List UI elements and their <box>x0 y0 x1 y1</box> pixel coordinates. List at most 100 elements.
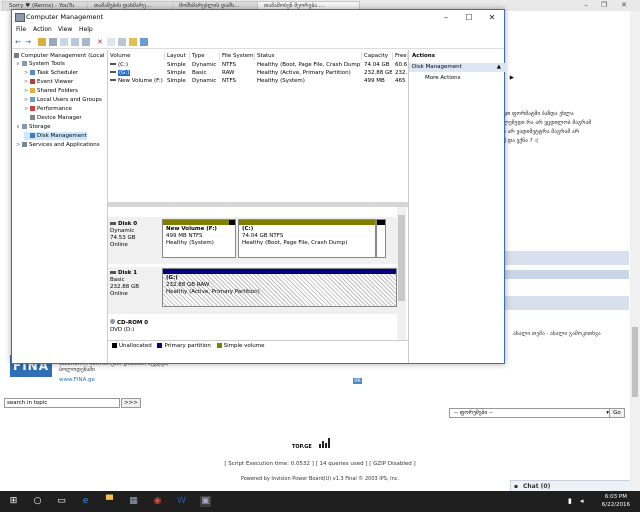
table-cell: Simple <box>167 62 186 68</box>
volume-icon[interactable]: ◂ <box>580 497 584 505</box>
table-cell: 499 MB <box>364 78 385 84</box>
folder-icon[interactable] <box>129 38 137 46</box>
tree-item-device-manager[interactable]: Device Manager <box>24 114 82 122</box>
properties-icon[interactable] <box>60 38 68 46</box>
delete-icon[interactable]: ✕ <box>96 38 104 46</box>
tree-item-performance[interactable]: > Performance <box>24 105 72 113</box>
tree-item-disk-management[interactable]: Disk Management <box>24 132 87 140</box>
browser-minimize-button[interactable]: – <box>578 0 594 10</box>
actions-pane: Actions Disk Management ▲ More Actions ▶ <box>408 50 514 363</box>
search-button[interactable]: >>> <box>121 398 141 408</box>
document-icon[interactable] <box>107 38 115 46</box>
unallocated-swatch <box>112 342 117 348</box>
console-tree: Computer Management (Local ∨ System Tools… <box>12 50 108 363</box>
tree-item-system-tools[interactable]: ∨ System Tools <box>16 60 65 68</box>
system-clock[interactable]: 6:03 PM 6/22/2016 <box>602 493 630 509</box>
forum-strip <box>503 270 629 279</box>
unallocated-space[interactable] <box>376 219 386 258</box>
table-cell: NTFS <box>222 78 237 84</box>
shared-folder-icon <box>30 87 35 93</box>
forum-jump-select[interactable]: -- ფორუმები -- ▾ <box>449 408 612 418</box>
back-icon[interactable]: ← <box>14 38 22 46</box>
computer-management-taskbar-icon[interactable]: ▣ <box>200 496 211 507</box>
table-cell: NTFS <box>222 62 237 68</box>
volume-icon <box>110 63 116 65</box>
search-icon[interactable]: ○ <box>32 496 43 507</box>
scrollbar-thumb[interactable] <box>398 215 405 301</box>
column-header-type[interactable]: Type <box>190 52 220 60</box>
tree-item-services-apps[interactable]: > Services and Applications <box>16 141 100 149</box>
actions-section-disk-management[interactable]: Disk Management ▲ <box>409 63 507 72</box>
go-button[interactable]: Go <box>609 408 625 418</box>
refresh-icon[interactable] <box>118 38 126 46</box>
storage-icon <box>22 123 27 129</box>
table-cell[interactable]: (G:) <box>108 69 164 77</box>
console-icon[interactable] <box>71 38 79 46</box>
disk-view-scrollbar[interactable] <box>397 207 406 340</box>
show-hide-tree-icon[interactable] <box>49 38 57 46</box>
partition-g[interactable]: (G:) 232.88 GB RAW Healthy (Active, Prim… <box>162 268 397 307</box>
column-header-free[interactable]: Free <box>393 52 408 60</box>
scrollbar-thumb[interactable] <box>632 327 638 397</box>
menu-view[interactable]: View <box>58 26 72 33</box>
column-header-file-system[interactable]: File System <box>220 52 255 60</box>
store-icon[interactable]: ▦ <box>128 496 139 507</box>
table-cell: 232.88 GB <box>364 70 392 76</box>
services-icon <box>22 141 27 147</box>
users-icon <box>30 96 35 102</box>
close-button[interactable]: ✕ <box>481 10 503 25</box>
minimize-button[interactable]: – <box>435 10 457 25</box>
computer-icon <box>14 52 19 58</box>
help-icon[interactable] <box>140 38 148 46</box>
table-cell: Healthy (Active, Primary Partition) <box>257 70 351 76</box>
browser-maximize-button[interactable]: ❐ <box>596 0 612 10</box>
forward-icon[interactable]: → <box>24 38 32 46</box>
clock-icon <box>30 69 35 75</box>
column-header-status[interactable]: Status <box>255 52 362 60</box>
disk-0-label[interactable]: Disk 0 Dynamic 74.53 GB Online <box>110 221 159 249</box>
disk-1-label[interactable]: Disk 1 Basic 232.88 GB Online <box>110 270 159 298</box>
edge-icon[interactable]: e <box>80 496 91 507</box>
partition-new-volume-f[interactable]: New Volume (F:) 499 MB NTFS Healthy (Sys… <box>162 219 236 258</box>
up-folder-icon[interactable] <box>38 38 46 46</box>
table-cell[interactable]: (C:) <box>108 61 164 69</box>
windows-start-icon[interactable]: ⊞ <box>8 496 19 507</box>
maximize-button[interactable]: ☐ <box>458 10 480 25</box>
tree-item-local-users[interactable]: > Local Users and Groups <box>24 96 102 104</box>
more-actions-item[interactable]: More Actions ▶ <box>409 74 520 83</box>
menu-action[interactable]: Action <box>33 26 52 33</box>
task-view-icon[interactable]: ▭ <box>56 496 67 507</box>
top-ge-counter[interactable]: TOP.GE <box>292 438 334 450</box>
table-cell: 74.04 GB <box>364 62 390 68</box>
title-bar[interactable]: Computer Management – ☐ ✕ <box>12 10 504 25</box>
partition-c[interactable]: (C:) 74.04 GB NTFS Healthy (Boot, Page F… <box>238 219 376 258</box>
table-cell[interactable]: New Volume (F:) <box>108 77 164 85</box>
tree-item-task-scheduler[interactable]: > Task Scheduler <box>24 69 78 77</box>
search-input[interactable]: search in topic <box>4 398 120 408</box>
chrome-icon[interactable]: ◉ <box>152 496 163 507</box>
menu-file[interactable]: File <box>16 26 26 33</box>
topic-nav-links[interactable]: ახალი თემა · ახალი გამოკითხვა <box>513 331 601 337</box>
table-cell: Basic <box>192 70 207 76</box>
browser-close-button[interactable]: ✕ <box>616 0 632 10</box>
tree-item-event-viewer[interactable]: > Event Viewer <box>24 78 73 86</box>
tree-item-shared-folders[interactable]: > Shared Folders <box>24 87 78 95</box>
primary-partition-swatch <box>157 342 163 348</box>
tree-item-computer-management[interactable]: Computer Management (Local <box>14 52 104 60</box>
tools-icon <box>22 60 27 66</box>
page-scrollbar[interactable] <box>630 11 640 491</box>
disk-icon[interactable] <box>82 38 90 46</box>
volume-icon <box>110 71 116 73</box>
word-icon[interactable]: W <box>176 496 187 507</box>
menu-help[interactable]: Help <box>79 26 93 33</box>
table-cell: Simple <box>167 78 186 84</box>
network-icon[interactable]: ▮ <box>568 497 572 505</box>
column-header-layout[interactable]: Layout <box>165 52 190 60</box>
file-explorer-icon[interactable]: ▀ <box>104 496 115 507</box>
collapse-icon[interactable]: ▲ <box>497 63 501 72</box>
simple-volume-swatch <box>216 342 222 348</box>
column-header-capacity[interactable]: Capacity <box>362 52 393 60</box>
fina-link[interactable]: www.FINA.ge <box>59 377 95 383</box>
tree-item-storage[interactable]: ∨ Storage <box>16 123 51 131</box>
column-header-volume[interactable]: Volume <box>108 52 165 60</box>
